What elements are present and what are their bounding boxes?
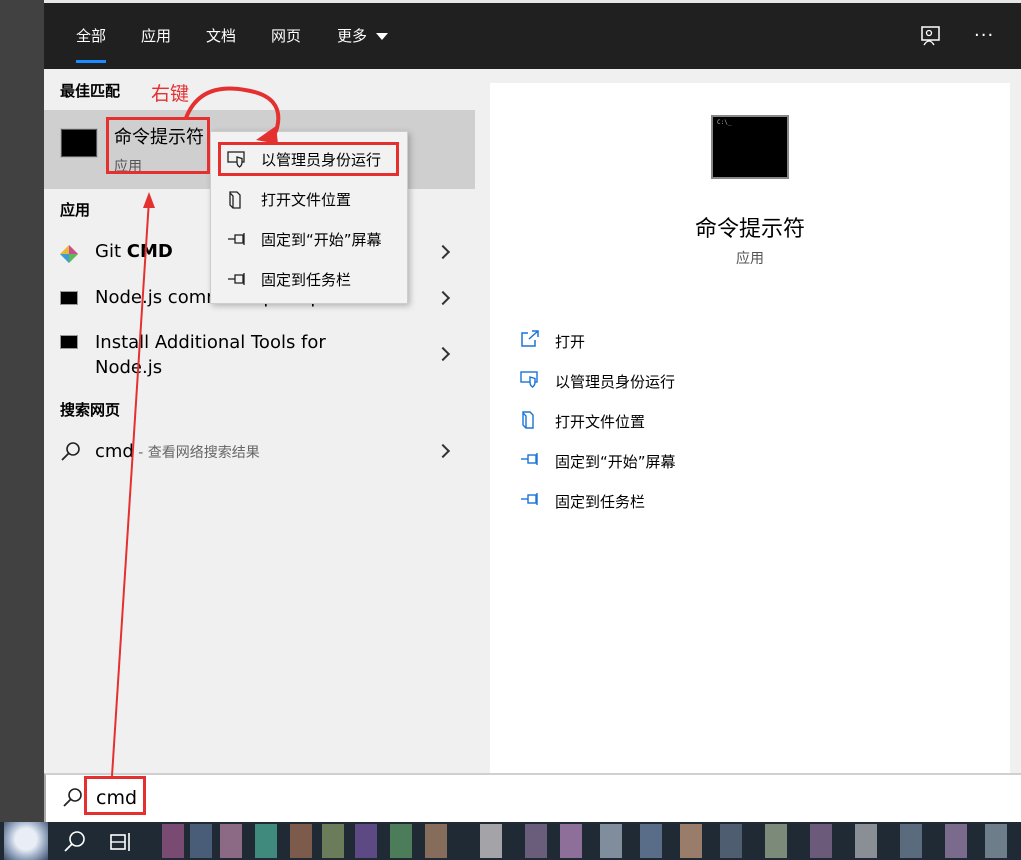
search-filter-bar: 全部 应用 文档 网页 更多 ··· (44, 3, 1021, 69)
taskbar-apps (150, 824, 1021, 858)
taskbar-app-icon[interactable] (355, 824, 377, 858)
folder-location-icon (229, 191, 241, 209)
context-pin-to-taskbar[interactable]: 固定到任务栏 (211, 260, 407, 298)
context-label: 打开文件位置 (261, 191, 352, 209)
cmd-icon (60, 335, 78, 349)
desktop-background (0, 0, 44, 822)
search-icon[interactable] (63, 830, 87, 854)
tab-more[interactable]: 更多 (337, 25, 367, 46)
context-label: 固定到任务栏 (261, 271, 352, 289)
search-bar (44, 773, 1021, 822)
web-query: cmd (95, 441, 134, 462)
taskbar-app-icon[interactable] (322, 824, 344, 858)
detail-title: 命令提示符 (694, 217, 805, 242)
web-search-item[interactable]: cmd - 查看网络搜索结果 (44, 435, 475, 469)
action-list: 打开 以管理员身份运行 打开文件位置 固定到“开始”屏幕 固定到任务栏 (490, 303, 1010, 773)
best-match-title: 命令提示符 (114, 127, 204, 148)
taskbar-app-icon[interactable] (985, 824, 1007, 858)
taskbar-app-icon[interactable] (945, 824, 967, 858)
caret-down-icon[interactable] (376, 33, 388, 40)
taskbar-app-icon[interactable] (480, 824, 502, 858)
taskbar-app-icon[interactable] (190, 824, 212, 858)
detail-subtitle: 应用 (736, 251, 764, 267)
chevron-right-icon[interactable] (435, 346, 451, 362)
taskbar-app-icon[interactable] (390, 824, 412, 858)
shield-icon (227, 151, 245, 168)
action-label: 打开 (555, 333, 586, 351)
more-options-icon[interactable]: ··· (974, 25, 994, 46)
tab-web[interactable]: 网页 (271, 25, 301, 46)
context-menu: 以管理员身份运行 打开文件位置 固定到“开始”屏幕 固定到任务栏 (210, 131, 408, 304)
taskbar-app-icon[interactable] (525, 824, 547, 858)
cmd-icon (711, 115, 789, 179)
taskbar-app-icon[interactable] (855, 824, 877, 858)
pin-icon (228, 273, 245, 285)
taskbar-app-icon[interactable] (640, 824, 662, 858)
taskbar-app-icon[interactable] (600, 824, 622, 858)
cmd-icon (60, 128, 98, 158)
context-pin-to-start[interactable]: 固定到“开始”屏幕 (211, 220, 407, 258)
taskbar-app-icon[interactable] (810, 824, 832, 858)
taskbar-app-icon[interactable] (255, 824, 277, 858)
git-icon (60, 245, 78, 263)
web-hint: - 查看网络搜索结果 (133, 445, 260, 461)
taskbar-app-icon[interactable] (425, 824, 447, 858)
pin-icon (521, 453, 538, 465)
best-match-subtitle: 应用 (114, 159, 142, 175)
pin-icon (228, 233, 245, 245)
app-label: Install Additional Tools for Node.js (95, 332, 326, 378)
section-best-match: 最佳匹配 (60, 82, 121, 100)
shield-icon (520, 371, 538, 388)
app-label-bold: CMD (126, 241, 173, 262)
context-run-as-admin[interactable]: 以管理员身份运行 (211, 140, 407, 178)
search-icon (61, 442, 80, 461)
taskbar-app-icon[interactable] (560, 824, 582, 858)
folder-location-icon (522, 411, 534, 429)
open-icon (521, 330, 539, 347)
taskbar-app-icon[interactable] (290, 824, 312, 858)
chevron-right-icon[interactable] (435, 244, 451, 260)
chevron-right-icon[interactable] (435, 443, 451, 459)
action-label: 固定到任务栏 (555, 493, 646, 511)
tab-all[interactable]: 全部 (76, 25, 107, 63)
chevron-right-icon[interactable] (435, 290, 451, 306)
detail-pane: 命令提示符 应用 打开 以管理员身份运行 打开文件位置 (475, 69, 1021, 773)
taskbar-app-icon[interactable] (680, 824, 702, 858)
taskbar-app-icon[interactable] (765, 824, 787, 858)
search-icon (63, 788, 82, 807)
taskbar (0, 822, 1021, 860)
cmd-icon (60, 291, 78, 305)
action-label: 固定到“开始”屏幕 (555, 453, 676, 471)
section-apps: 应用 (60, 201, 91, 219)
context-label: 固定到“开始”屏幕 (261, 231, 382, 249)
task-view-icon[interactable] (108, 830, 134, 854)
avatar[interactable] (4, 822, 48, 860)
taskbar-app-icon[interactable] (900, 824, 922, 858)
context-label: 以管理员身份运行 (261, 151, 382, 169)
action-label: 打开文件位置 (555, 413, 646, 431)
taskbar-app-icon[interactable] (220, 824, 242, 858)
context-open-file-location[interactable]: 打开文件位置 (211, 180, 407, 218)
tab-apps[interactable]: 应用 (141, 25, 171, 46)
feedback-icon[interactable] (920, 25, 942, 47)
app-label: Git (95, 241, 127, 262)
tab-documents[interactable]: 文档 (206, 25, 236, 46)
annotation-label: 右键 (151, 83, 190, 105)
pin-icon (521, 493, 538, 505)
app-item-node-tools[interactable]: Install Additional Tools for Node.js (44, 329, 475, 385)
search-input[interactable] (96, 783, 396, 813)
taskbar-app-icon[interactable] (162, 824, 184, 858)
taskbar-app-icon[interactable] (720, 824, 742, 858)
action-label: 以管理员身份运行 (555, 373, 676, 391)
app-preview-card: 命令提示符 应用 (490, 83, 1010, 303)
section-web: 搜索网页 (60, 401, 121, 419)
